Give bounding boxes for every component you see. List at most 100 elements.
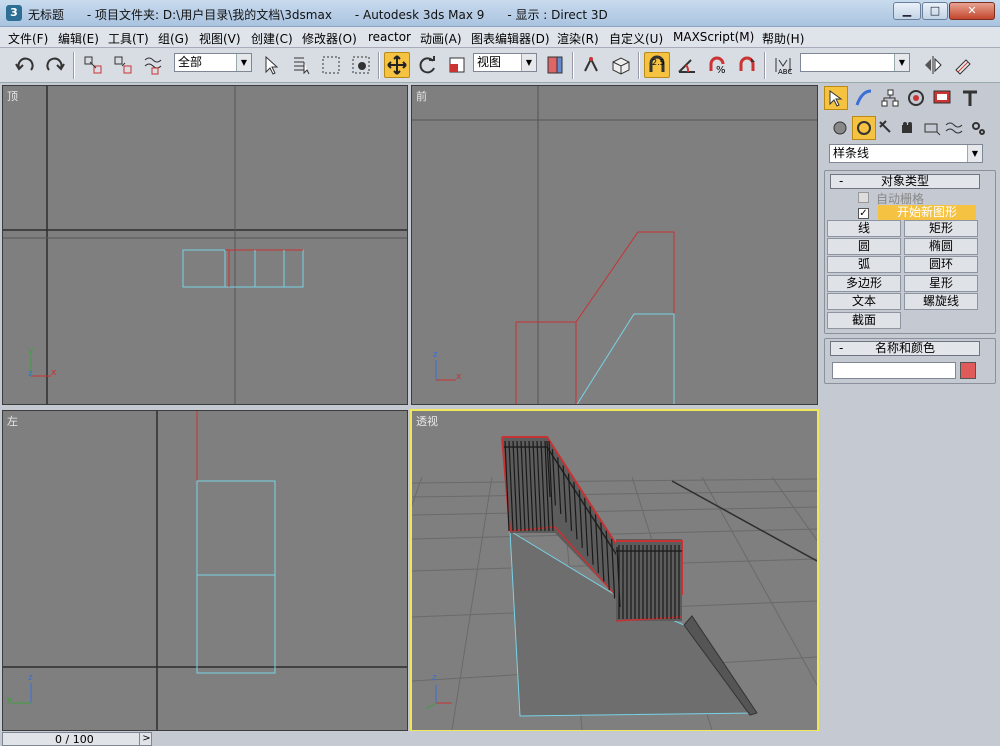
menu-animation[interactable]: 动画(A)	[420, 30, 462, 47]
viewport-front-label[interactable]: 前	[416, 88, 427, 104]
select-by-name-icon[interactable]	[288, 52, 314, 78]
shapes-icon[interactable]	[852, 116, 876, 140]
modify-tab-icon[interactable]	[852, 86, 876, 110]
viewport-left-canvas	[3, 411, 407, 730]
reference-coord-dropdown[interactable]: 视图 ▼	[473, 53, 537, 72]
menu-create[interactable]: 创建(C)	[251, 30, 293, 47]
window-crossing-icon[interactable]	[348, 52, 374, 78]
menu-customize[interactable]: 自定义(U)	[609, 30, 663, 47]
move-icon[interactable]	[384, 52, 410, 78]
display-tab-icon[interactable]	[930, 86, 954, 110]
mirror-icon[interactable]	[920, 52, 946, 78]
spacewarps-icon[interactable]	[942, 116, 966, 140]
section-button[interactable]: 截面	[827, 312, 901, 329]
maximize-button[interactable]: □	[922, 2, 948, 20]
app-logo-icon[interactable]: 3	[6, 5, 22, 21]
bind-spacewarp-icon[interactable]	[140, 52, 166, 78]
viewport-perspective-canvas	[412, 436, 817, 730]
text-button[interactable]: 文本	[827, 293, 901, 310]
viewport-left-label[interactable]: 左	[7, 413, 18, 429]
keyboard-shortcut-icon[interactable]	[608, 52, 634, 78]
select-link-icon[interactable]	[80, 52, 106, 78]
chevron-down-icon: ▼	[894, 54, 909, 71]
object-type-header-label: 对象类型	[880, 174, 929, 188]
chevron-down-icon: ▼	[236, 54, 251, 71]
menu-group[interactable]: 组(G)	[158, 30, 189, 47]
menu-graph-editors[interactable]: 图表编辑器(D)	[471, 30, 550, 47]
lights-icon[interactable]	[874, 116, 898, 140]
status-bar: 0 / 100 >	[0, 731, 820, 746]
category-dropdown[interactable]: 样条线 ▼	[829, 144, 983, 163]
pivot-icon[interactable]	[542, 52, 568, 78]
arc-button[interactable]: 弧	[827, 256, 901, 273]
angle-snap-icon[interactable]	[674, 52, 700, 78]
auto-grid-checkbox[interactable]	[858, 192, 869, 203]
motion-tab-icon[interactable]	[904, 86, 928, 110]
manipulate-icon[interactable]	[578, 52, 604, 78]
redo-icon[interactable]	[42, 52, 68, 78]
selection-filter-dropdown[interactable]: 全部 ▼	[174, 53, 252, 72]
menu-maxscript[interactable]: MAXScript(M)	[673, 30, 754, 44]
object-type-header[interactable]: - 对象类型	[830, 174, 980, 189]
menu-reactor[interactable]: reactor	[368, 30, 411, 44]
viewport-front[interactable]: 前 x z	[411, 85, 818, 405]
star-button[interactable]: 星形	[904, 275, 978, 292]
menu-help[interactable]: 帮助(H)	[762, 30, 804, 47]
axis-z-label: z	[28, 673, 33, 683]
named-selection-dropdown[interactable]: ▼	[800, 53, 910, 72]
start-new-shape-checkbox[interactable]: ✓	[858, 208, 869, 219]
axis-x-label: x	[456, 372, 462, 382]
menu-modifiers[interactable]: 修改器(O)	[302, 30, 357, 47]
geometry-icon[interactable]	[828, 116, 852, 140]
circle-button[interactable]: 圆	[827, 238, 901, 255]
name-color-header[interactable]: - 名称和颜色	[830, 341, 980, 356]
rect-selection-icon[interactable]	[318, 52, 344, 78]
systems-icon[interactable]	[966, 116, 990, 140]
minimize-button[interactable]: ▁	[893, 2, 921, 20]
object-color-swatch[interactable]	[960, 362, 976, 379]
menu-rendering[interactable]: 渲染(R)	[557, 30, 599, 47]
menu-edit[interactable]: 编辑(E)	[58, 30, 99, 47]
object-name-input[interactable]	[832, 362, 956, 379]
app-window: 3 无标题 - 项目文件夹: D:\用户目录\我的文档\3dsmax - Aut…	[0, 0, 1000, 746]
menu-views[interactable]: 视图(V)	[199, 30, 241, 47]
viewport-top-label[interactable]: 顶	[7, 88, 18, 104]
edit-named-selection-icon[interactable]: ABC	[770, 52, 796, 78]
chevron-down-icon: ▼	[521, 54, 536, 71]
hierarchy-tab-icon[interactable]	[878, 86, 902, 110]
rotate-icon[interactable]	[414, 52, 440, 78]
donut-button[interactable]: 圆环	[904, 256, 978, 273]
align-icon[interactable]	[950, 52, 976, 78]
create-tab-icon[interactable]	[824, 86, 848, 110]
line-button[interactable]: 线	[827, 220, 901, 237]
minimize-icon: ▁	[902, 4, 912, 17]
window-title: 无标题 - 项目文件夹: D:\用户目录\我的文档\3dsmax - Autod…	[28, 8, 608, 22]
command-panel: 样条线 ▼ - 对象类型 自动栅格 ✓ 开始新图形 线 矩形 圆 椭圆 弧 圆环 多…	[822, 84, 1000, 746]
close-button[interactable]: ✕	[949, 2, 995, 20]
cameras-icon[interactable]	[896, 116, 920, 140]
unlink-icon[interactable]	[110, 52, 136, 78]
undo-icon[interactable]	[12, 52, 38, 78]
snap-icon[interactable]: 2.5	[644, 52, 670, 78]
select-object-icon[interactable]	[258, 52, 284, 78]
utilities-tab-icon[interactable]	[958, 86, 982, 110]
menu-file[interactable]: 文件(F)	[8, 30, 48, 47]
helix-button[interactable]: 螺旋线	[904, 293, 978, 310]
spinner-snap-icon[interactable]	[734, 52, 760, 78]
viewport-left[interactable]: 左 y z	[2, 410, 408, 731]
ngon-button[interactable]: 多边形	[827, 275, 901, 292]
rectangle-button[interactable]: 矩形	[904, 220, 978, 237]
helpers-icon[interactable]	[920, 116, 944, 140]
viewport-perspective[interactable]: 透视 z	[410, 409, 819, 732]
ellipse-button[interactable]: 椭圆	[904, 238, 978, 255]
viewport-top[interactable]: 顶 x y z	[2, 85, 408, 405]
time-slider[interactable]: 0 / 100 >	[2, 732, 152, 746]
scale-icon[interactable]	[444, 52, 470, 78]
time-slider-next-arrow[interactable]: >	[139, 733, 153, 745]
percent-snap-icon[interactable]: %	[704, 52, 730, 78]
menu-tools[interactable]: 工具(T)	[108, 30, 149, 47]
viewport-perspective-label[interactable]: 透视	[416, 413, 438, 429]
time-slider-value: 0 / 100	[55, 733, 94, 746]
start-new-shape-button[interactable]: 开始新图形	[878, 205, 976, 220]
menu-bar: 文件(F) 编辑(E) 工具(T) 组(G) 视图(V) 创建(C) 修改器(O…	[0, 27, 1000, 48]
